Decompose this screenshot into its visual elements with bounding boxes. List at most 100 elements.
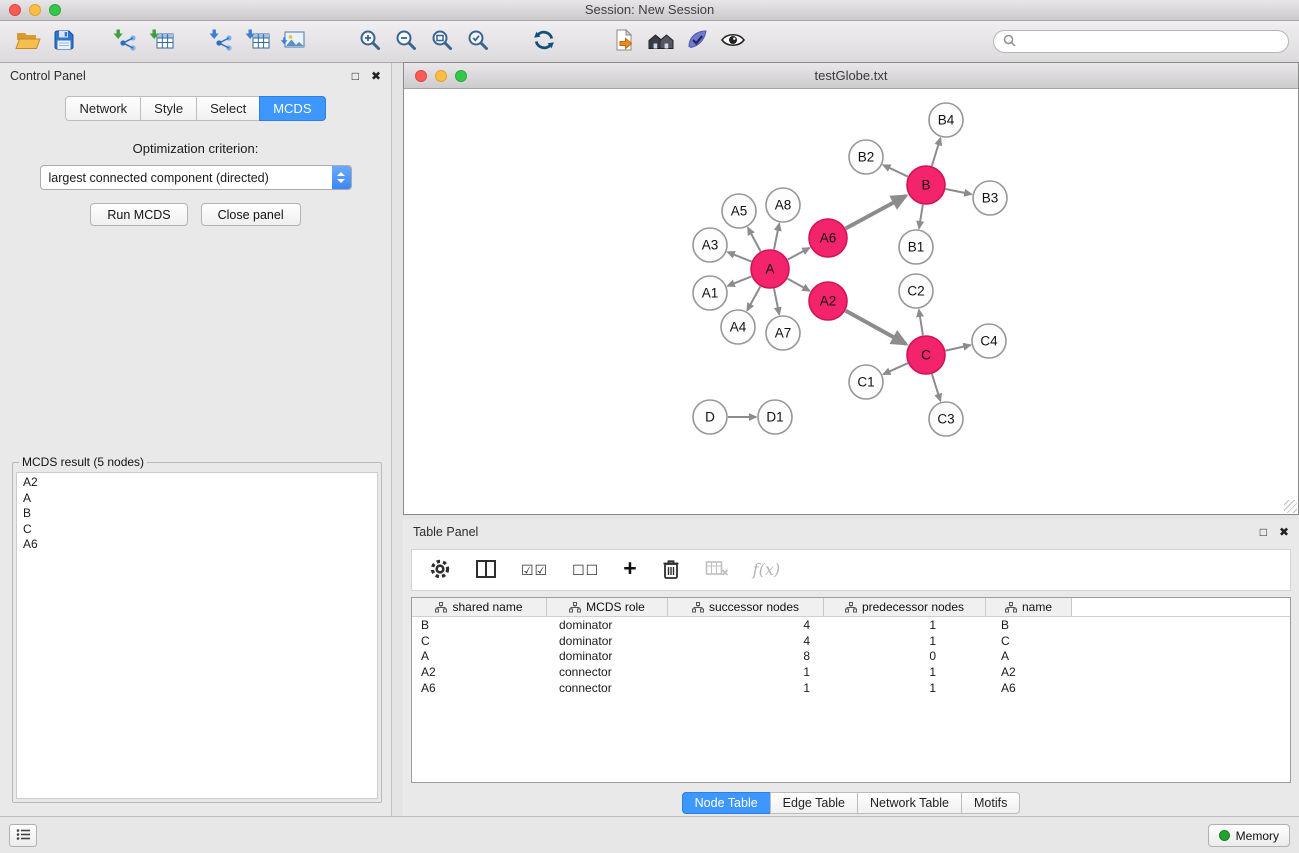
graph-edge-A-A8[interactable]: [774, 224, 779, 250]
zoom-in-button[interactable]: [352, 25, 388, 59]
tab-network-table[interactable]: Network Table: [857, 792, 962, 814]
graph-edge-A2-C[interactable]: [846, 311, 906, 344]
close-panel-icon[interactable]: ✖: [371, 70, 381, 82]
graph-edge-B-B3[interactable]: [946, 189, 972, 194]
column-header-successor-nodes[interactable]: successor nodes: [668, 598, 824, 616]
network-view-window: testGlobe.txt AA1A2A3A4A5A6A7A8BB1B2B3B4…: [403, 62, 1299, 515]
float-table-panel-icon[interactable]: □: [1260, 526, 1267, 538]
table-settings-button[interactable]: [429, 558, 451, 582]
import-table-button[interactable]: [144, 25, 180, 59]
graph-edge-B-B4[interactable]: [932, 138, 941, 166]
function-builder-button-disabled[interactable]: f(x): [753, 562, 780, 578]
result-item[interactable]: A: [17, 491, 377, 507]
float-panel-icon[interactable]: □: [352, 70, 359, 82]
graph-edge-A6-B[interactable]: [846, 196, 906, 229]
graph-edge-C-C1[interactable]: [883, 363, 907, 374]
dropdown-stepper-icon[interactable]: [332, 166, 351, 189]
table-row[interactable]: Bdominator41B: [412, 617, 1290, 633]
apply-style-button[interactable]: [679, 25, 715, 59]
zoom-fit-button[interactable]: [424, 25, 460, 59]
refresh-view-button[interactable]: [526, 25, 562, 59]
tab-motifs[interactable]: Motifs: [961, 792, 1020, 814]
graph-edge-A-A2[interactable]: [788, 279, 810, 291]
zoom-selected-button[interactable]: [460, 25, 496, 59]
delete-column-button[interactable]: [661, 558, 681, 582]
tab-select[interactable]: Select: [196, 96, 260, 121]
close-window-button[interactable]: [9, 4, 21, 16]
table-row[interactable]: Cdominator41C: [412, 633, 1290, 649]
tab-mcds[interactable]: MCDS: [259, 96, 325, 121]
select-all-button[interactable]: ☑☑: [521, 563, 548, 577]
network-minimize-button[interactable]: [435, 70, 447, 82]
tab-node-table[interactable]: Node Table: [682, 792, 771, 814]
new-table-icon: [245, 28, 271, 55]
task-history-button[interactable]: [9, 824, 37, 847]
graph-edge-B-B2[interactable]: [883, 165, 908, 177]
zoom-in-icon: [358, 28, 382, 55]
graph-edge-B-B1[interactable]: [919, 205, 923, 228]
table-cell: connector: [547, 681, 668, 695]
search-input[interactable]: [1021, 35, 1279, 49]
graphics-details-button[interactable]: [607, 25, 643, 59]
table-row[interactable]: Adominator80A: [412, 649, 1290, 665]
network-zoom-button[interactable]: [455, 70, 467, 82]
search-box[interactable]: [993, 30, 1289, 53]
export-image-button[interactable]: [276, 25, 312, 59]
zoom-out-button[interactable]: [388, 25, 424, 59]
graph-edge-A-A5[interactable]: [748, 228, 761, 252]
attribute-type-icon: [845, 602, 857, 613]
show-hide-button[interactable]: [715, 25, 751, 59]
table-cell: dominator: [547, 634, 668, 648]
node-table: shared name MCDS role successor nodes pr…: [411, 597, 1291, 783]
graph-node-label-A3: A3: [702, 238, 719, 253]
table-cell: 1: [668, 681, 824, 695]
delete-table-button-disabled[interactable]: [705, 559, 729, 581]
new-network-button[interactable]: [204, 25, 240, 59]
open-session-button[interactable]: [10, 25, 46, 59]
table-row[interactable]: A6connector11A6: [412, 680, 1290, 696]
graph-edge-C-C4[interactable]: [946, 345, 971, 351]
tab-edge-table[interactable]: Edge Table: [770, 792, 858, 814]
graph-edge-A-A6[interactable]: [788, 248, 810, 260]
zoom-window-button[interactable]: [49, 4, 61, 16]
table-row[interactable]: A2connector11A2: [412, 664, 1290, 680]
network-close-button[interactable]: [415, 70, 427, 82]
close-panel-button[interactable]: Close panel: [201, 203, 301, 226]
result-item[interactable]: A6: [17, 537, 377, 553]
optimization-criterion-dropdown[interactable]: largest connected component (directed): [40, 165, 352, 190]
memory-button[interactable]: Memory: [1208, 824, 1290, 847]
network-graph[interactable]: AA1A2A3A4A5A6A7A8BB1B2B3B4CC1C2C3C4DD1: [404, 89, 1298, 514]
graph-edge-A-A3[interactable]: [728, 252, 752, 262]
column-header-shared-name[interactable]: shared name: [412, 598, 547, 616]
deselect-all-button[interactable]: ☐☐: [572, 563, 599, 577]
add-column-button[interactable]: +: [623, 557, 636, 580]
result-item[interactable]: B: [17, 506, 377, 522]
import-network-button[interactable]: [108, 25, 144, 59]
graph-edge-A-A1[interactable]: [728, 276, 752, 286]
network-window-titlebar[interactable]: testGlobe.txt: [404, 63, 1298, 89]
graph-edge-C-C3[interactable]: [932, 374, 940, 401]
tab-network[interactable]: Network: [65, 96, 141, 121]
mcds-result-list[interactable]: A2ABCA6: [16, 472, 378, 799]
new-table-button[interactable]: [240, 25, 276, 59]
graph-edge-A-A7[interactable]: [774, 289, 779, 315]
result-item[interactable]: C: [17, 522, 377, 538]
run-mcds-button[interactable]: Run MCDS: [90, 203, 187, 226]
graph-edge-C-C2[interactable]: [919, 310, 923, 335]
show-columns-button[interactable]: [475, 559, 497, 581]
network-canvas[interactable]: AA1A2A3A4A5A6A7A8BB1B2B3B4CC1C2C3C4DD1: [404, 89, 1298, 514]
column-header-name[interactable]: name: [986, 598, 1072, 616]
column-header-mcds-role[interactable]: MCDS role: [547, 598, 668, 616]
tab-style[interactable]: Style: [140, 96, 197, 121]
home-button[interactable]: [643, 25, 679, 59]
window-titlebar: Session: New Session: [0, 0, 1299, 21]
window-resize-grip[interactable]: [1284, 500, 1297, 513]
result-item[interactable]: A2: [17, 475, 377, 491]
save-floppy-icon: [52, 28, 76, 55]
minimize-window-button[interactable]: [29, 4, 41, 16]
graph-edge-A-A4[interactable]: [747, 287, 760, 311]
close-table-panel-icon[interactable]: ✖: [1279, 526, 1289, 538]
save-session-button[interactable]: [46, 25, 82, 59]
graph-node-label-C4: C4: [980, 334, 998, 349]
column-header-predecessor-nodes[interactable]: predecessor nodes: [824, 598, 986, 616]
